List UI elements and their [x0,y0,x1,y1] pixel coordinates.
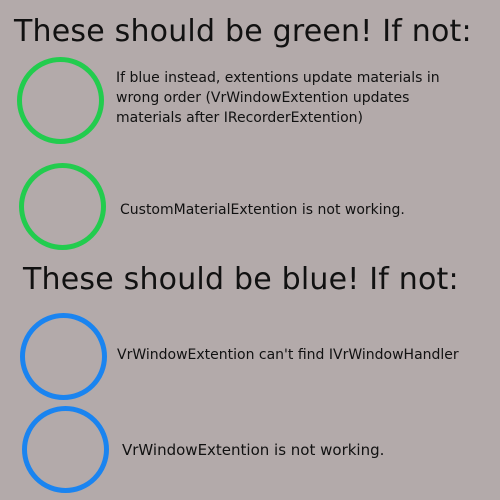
note-line: CustomMaterialExtention is not working. [120,202,405,218]
note-line: VrWindowExtention is not working. [122,441,385,459]
blue-indicator-2-note: VrWindowExtention is not working. [122,440,384,460]
note-line: materials after IRecorderExtention) [116,110,364,126]
green-circle-indicator [19,163,106,250]
green-circle-indicator [17,57,104,144]
note-line: wrong order (VrWindowExtention updates [116,90,410,106]
blue-circle-indicator [22,406,109,493]
green-indicator-1-note: If blue instead, extentions update mater… [116,68,440,128]
note-line: If blue instead, extentions update mater… [116,70,440,86]
blue-section-heading: These should be blue! If not: [23,262,459,297]
green-indicator-2-note: CustomMaterialExtention is not working. [120,200,405,220]
note-line: VrWindowExtention can't find IVrWindowHa… [117,347,459,363]
blue-circle-indicator [20,313,107,400]
green-section-heading: These should be green! If not: [14,14,472,49]
blue-indicator-1-note: VrWindowExtention can't find IVrWindowHa… [117,345,459,365]
